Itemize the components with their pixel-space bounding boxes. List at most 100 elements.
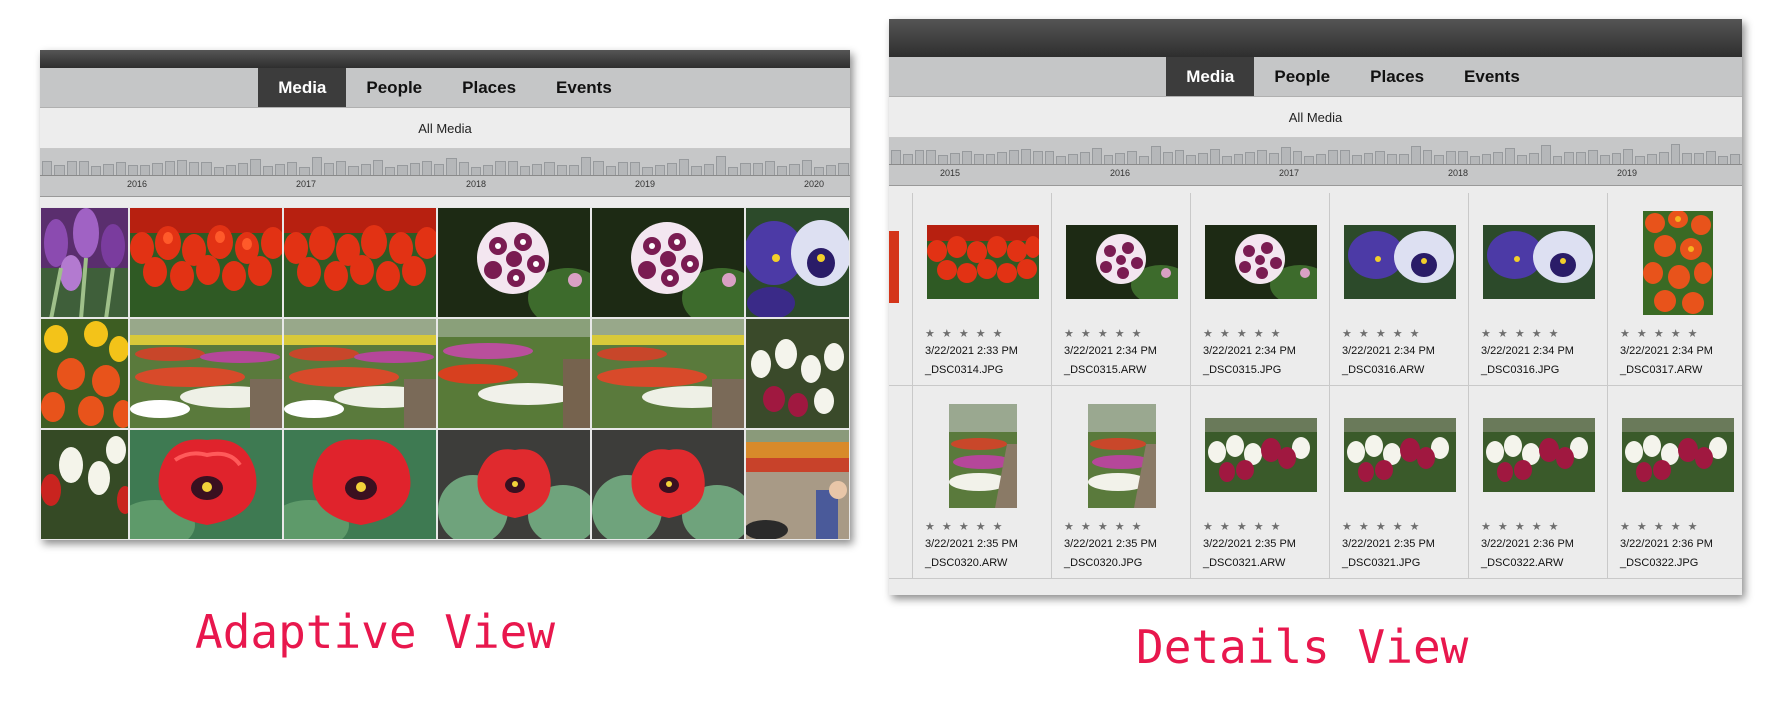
photo-tile[interactable]: [745, 318, 850, 429]
star-rating[interactable]: ★ ★ ★ ★ ★: [1064, 327, 1144, 340]
timeline-bar[interactable]: [1115, 153, 1126, 164]
timeline-bar[interactable]: [1576, 152, 1586, 164]
timeline-bar[interactable]: [605, 166, 616, 175]
timeline-bar[interactable]: [360, 164, 371, 175]
timeline-bar[interactable]: [1351, 155, 1362, 164]
timeline-bar[interactable]: [1599, 155, 1610, 164]
timeline-bar[interactable]: [1658, 152, 1669, 164]
timeline-bar[interactable]: [201, 162, 212, 175]
timeline-bar[interactable]: [372, 160, 383, 175]
timeline-bar[interactable]: [1493, 152, 1504, 164]
timeline-bar[interactable]: [997, 152, 1008, 164]
timeline-bar[interactable]: [715, 156, 726, 175]
timeline-bar[interactable]: [323, 163, 334, 175]
timeline-bar[interactable]: [1257, 150, 1267, 164]
timeline-bar[interactable]: [764, 161, 775, 175]
photo-tile[interactable]: [129, 207, 283, 318]
media-cell[interactable]: ★ ★ ★ ★ ★ 3/22/2021 2:36 PM _DSC0322.ARW: [1469, 386, 1608, 579]
timeline-bar[interactable]: [458, 162, 469, 175]
timeline-bar[interactable]: [1080, 152, 1090, 164]
timeline-bar[interactable]: [140, 165, 151, 175]
timeline-bar[interactable]: [1316, 154, 1327, 164]
timeline-year[interactable]: 2017: [296, 179, 316, 189]
timeline-bar[interactable]: [42, 161, 53, 175]
photo-tile[interactable]: [437, 429, 591, 540]
timeline-year[interactable]: 2019: [635, 179, 655, 189]
timeline-bar[interactable]: [617, 162, 628, 175]
timeline-bar[interactable]: [78, 161, 89, 175]
timeline-bar[interactable]: [1009, 150, 1019, 164]
photo-tile[interactable]: [591, 318, 745, 429]
timeline-bar[interactable]: [385, 167, 396, 175]
timeline-bar[interactable]: [1198, 153, 1208, 164]
media-cell[interactable]: ★ ★ ★ ★ ★ 3/22/2021 2:36 PM _DSC0322.JPG: [1608, 386, 1742, 579]
photo-tile[interactable]: [283, 207, 437, 318]
timeline-bar[interactable]: [348, 166, 359, 175]
timeline-bar[interactable]: [409, 163, 420, 175]
photo-tile[interactable]: [129, 318, 283, 429]
timeline-bar[interactable]: [336, 161, 347, 175]
star-rating[interactable]: ★ ★ ★ ★ ★: [925, 520, 1005, 533]
timeline-bar[interactable]: [1032, 151, 1043, 164]
star-rating[interactable]: ★ ★ ★ ★ ★: [925, 327, 1005, 340]
timeline-bar[interactable]: [752, 163, 763, 175]
timeline-bar[interactable]: [1020, 149, 1031, 164]
photo-tile[interactable]: [745, 429, 850, 540]
timeline-bar[interactable]: [1375, 151, 1386, 164]
timeline-year[interactable]: 2017: [1279, 168, 1299, 178]
timeline-year[interactable]: 2020: [804, 179, 824, 189]
timeline-bar[interactable]: [1410, 146, 1421, 164]
media-cell[interactable]: ★ ★ ★ ★ ★ 3/22/2021 2:34 PM _DSC0315.ARW: [1052, 193, 1191, 386]
timeline-bar[interactable]: [1587, 150, 1598, 164]
star-rating[interactable]: ★ ★ ★ ★ ★: [1620, 520, 1700, 533]
timeline-bar[interactable]: [115, 162, 126, 175]
timeline-bar[interactable]: [1363, 153, 1374, 164]
star-rating[interactable]: ★ ★ ★ ★ ★: [1342, 520, 1422, 533]
timeline-bar[interactable]: [1540, 145, 1551, 164]
timeline[interactable]: 2016 2017 2018 2019 2020: [40, 149, 850, 197]
photo-tile[interactable]: [129, 429, 283, 540]
timeline-bar[interactable]: [1682, 153, 1693, 164]
tab-places[interactable]: Places: [1350, 57, 1444, 96]
timeline-bar[interactable]: [1127, 151, 1138, 164]
timeline-bar[interactable]: [556, 165, 567, 175]
timeline-bar[interactable]: [581, 157, 592, 175]
timeline-bar[interactable]: [532, 164, 543, 175]
timeline-bar[interactable]: [740, 163, 751, 175]
timeline-bar[interactable]: [1056, 156, 1067, 164]
photo-tile[interactable]: [40, 318, 129, 429]
timeline-bar[interactable]: [495, 161, 506, 175]
tab-people[interactable]: People: [346, 68, 442, 107]
timeline-bar[interactable]: [544, 162, 555, 175]
timeline-bar[interactable]: [1505, 148, 1516, 164]
timeline-bar[interactable]: [691, 166, 702, 175]
tab-media[interactable]: Media: [258, 68, 347, 107]
timeline-bar[interactable]: [421, 161, 432, 175]
timeline-bar[interactable]: [1328, 150, 1338, 164]
media-cell[interactable]: ★ ★ ★ ★ ★ 3/22/2021 2:34 PM _DSC0317.ARW: [1608, 193, 1742, 386]
timeline-bar[interactable]: [801, 160, 812, 175]
timeline-bar[interactable]: [703, 164, 714, 175]
timeline-bar[interactable]: [568, 165, 579, 175]
timeline-bar[interactable]: [1517, 155, 1527, 164]
timeline-bar[interactable]: [593, 161, 604, 175]
timeline-bar[interactable]: [926, 150, 937, 164]
timeline-bar[interactable]: [1209, 149, 1220, 164]
timeline-bar[interactable]: [164, 161, 175, 175]
timeline-bar[interactable]: [1186, 155, 1197, 164]
timeline-bar[interactable]: [1611, 153, 1622, 164]
tab-events[interactable]: Events: [536, 68, 632, 107]
photo-tile[interactable]: [40, 429, 129, 540]
timeline-bar[interactable]: [1623, 149, 1634, 164]
timeline-bar[interactable]: [1422, 150, 1433, 164]
timeline-bar[interactable]: [1269, 153, 1279, 164]
timeline-bar[interactable]: [1245, 152, 1256, 164]
timeline[interactable]: 2015 2016 2017 2018 2019: [889, 138, 1742, 186]
timeline-bar[interactable]: [973, 154, 984, 164]
timeline-bar[interactable]: [961, 151, 972, 164]
timeline-bar[interactable]: [1729, 154, 1740, 164]
timeline-bar[interactable]: [1068, 154, 1078, 164]
photo-tile[interactable]: [283, 429, 437, 540]
timeline-bar[interactable]: [91, 166, 102, 175]
timeline-bar[interactable]: [1339, 150, 1350, 164]
